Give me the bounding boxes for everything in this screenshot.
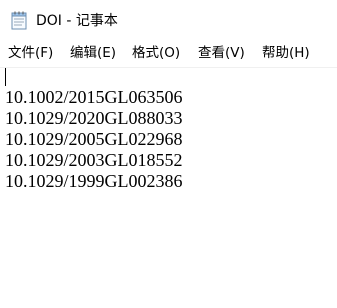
menu-view[interactable]: 查看(V): [198, 44, 245, 62]
notepad-window: DOI - 记事本 文件(F) 编辑(E) 格式(O) 查看(V) 帮助(H) …: [0, 0, 337, 308]
editor-line: 10.1002/2015GL063506: [5, 87, 183, 107]
editor-line: 10.1029/2005GL022968: [5, 129, 183, 149]
window-title: DOI - 记事本: [36, 13, 118, 29]
editor-line: 10.1029/1999GL002386: [5, 171, 183, 191]
title-bar[interactable]: DOI - 记事本: [0, 0, 337, 39]
notepad-icon[interactable]: [11, 11, 27, 30]
menu-file[interactable]: 文件(F): [8, 44, 53, 62]
text-editor-area[interactable]: 10.1002/2015GL063506 10.1029/2020GL08803…: [0, 68, 337, 308]
menu-bar: 文件(F) 编辑(E) 格式(O) 查看(V) 帮助(H): [0, 39, 337, 68]
menu-edit[interactable]: 编辑(E): [70, 44, 116, 62]
editor-lines: 10.1002/2015GL063506 10.1029/2020GL08803…: [5, 87, 183, 192]
editor-line: 10.1029/2003GL018552: [5, 150, 183, 170]
editor-line: 10.1029/2020GL088033: [5, 108, 183, 128]
menu-help[interactable]: 帮助(H): [262, 44, 310, 62]
text-caret: [5, 68, 6, 86]
menu-format[interactable]: 格式(O): [132, 44, 180, 62]
